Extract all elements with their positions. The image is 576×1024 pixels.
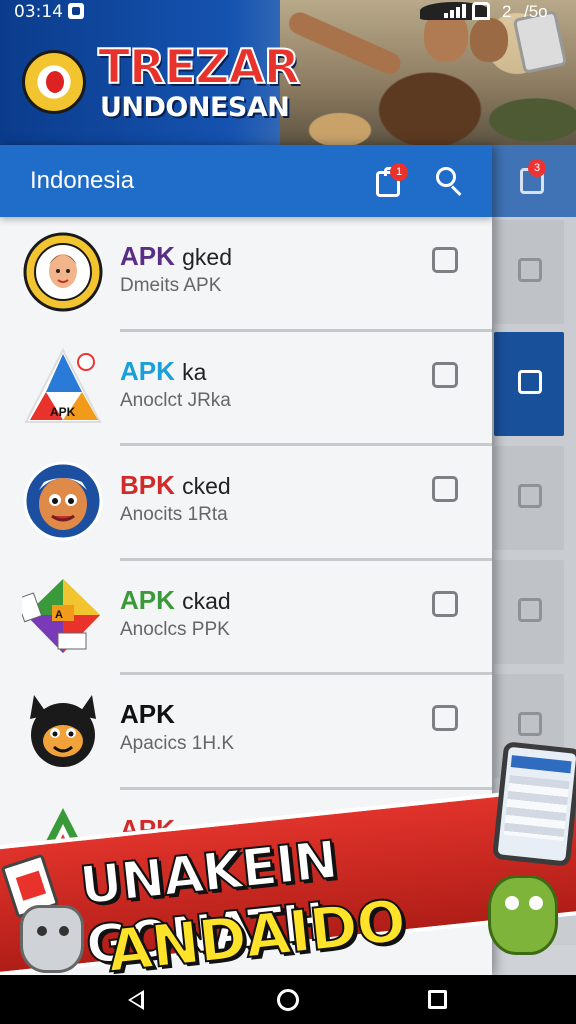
robot-mascot-icon	[20, 905, 84, 973]
background-row-selected[interactable]	[494, 332, 564, 436]
list-item[interactable]: APK Apacics 1H.K	[0, 675, 492, 790]
list-item[interactable]: APK APK ka Anoclct JRka	[0, 332, 492, 446]
battery-indicator: /5o	[524, 2, 548, 21]
app-screen: TREZAR UNDONESAN 03:14 2 /5o 3 Indonesia…	[0, 0, 576, 1024]
network-indicator: 2	[502, 2, 512, 21]
select-checkbox[interactable]	[432, 590, 458, 617]
background-row	[494, 220, 564, 324]
signal-icon	[444, 4, 466, 18]
app-title: APK	[120, 699, 175, 730]
app-title: APK ckad	[120, 584, 231, 615]
app-tag: APK	[120, 355, 175, 386]
app-title: APK ka	[120, 355, 207, 386]
app-tag: APK	[120, 699, 175, 729]
list-item[interactable]: BPK cked Anocits 1Rta	[0, 446, 492, 561]
select-checkbox[interactable]	[432, 247, 458, 273]
background-cart-badge: 3	[528, 159, 546, 177]
svg-text:APK: APK	[50, 405, 76, 419]
system-nav-bar	[0, 975, 576, 1024]
background-row	[494, 446, 564, 550]
wifi-icon	[472, 2, 490, 20]
checkbox-icon	[518, 258, 542, 282]
cartoon-face-icon	[23, 461, 103, 541]
list-item[interactable]: A APK ckad Anoclcs PPK	[0, 561, 492, 675]
region-title: Indonesia	[30, 167, 135, 194]
status-time: 03:14	[14, 2, 63, 22]
select-checkbox[interactable]	[432, 705, 458, 731]
app-subtitle: Anoclct JRka	[120, 389, 231, 411]
app-subtitle: Dmeits APK	[120, 275, 222, 296]
checkbox-icon	[518, 370, 542, 394]
notification-app-icon	[68, 3, 84, 19]
cart-badge: 1	[390, 163, 408, 181]
brand-subtitle: UNDONESAN	[100, 92, 290, 123]
svg-text:A: A	[55, 609, 63, 621]
top-app-bar: Indonesia 1	[0, 145, 492, 217]
apk-triangle-icon: APK	[24, 347, 102, 423]
search-icon	[436, 167, 456, 187]
app-subtitle: Anoclcs PPK	[120, 618, 230, 640]
checkbox-icon	[518, 712, 542, 736]
brand-logo-icon	[22, 50, 86, 114]
app-title: BPK cked	[120, 470, 231, 500]
face-badge-icon	[23, 232, 103, 312]
home-icon[interactable]	[277, 989, 299, 1011]
background-row	[494, 560, 564, 664]
checkbox-icon	[518, 484, 542, 508]
app-tag: APK	[120, 584, 175, 615]
android-mascot-icon	[488, 875, 558, 955]
app-tag: BPK	[120, 470, 175, 500]
recents-icon[interactable]	[428, 990, 447, 1009]
app-subtitle: Anocits 1Rta	[120, 504, 228, 525]
cart-button[interactable]: 1	[372, 163, 408, 199]
app-tag: APK	[120, 241, 175, 271]
checkbox-icon	[518, 598, 542, 622]
back-icon[interactable]	[128, 990, 144, 1010]
search-button[interactable]	[434, 165, 466, 197]
status-bar: 03:14 2 /5o	[0, 0, 576, 26]
app-subtitle: Apacics 1H.K	[120, 733, 235, 754]
colorful-cube-icon: A	[22, 578, 100, 653]
brand-title: TREZAR	[97, 39, 301, 96]
black-cat-icon	[30, 695, 96, 767]
list-item[interactable]: APK gked Dmeits APK	[0, 217, 492, 332]
app-title: APK gked	[120, 241, 233, 271]
select-checkbox[interactable]	[432, 361, 458, 388]
select-checkbox[interactable]	[432, 476, 458, 502]
promo-ribbon[interactable]: UNAKEIN GONATH ANDAIDO GAA!	[0, 741, 576, 1024]
